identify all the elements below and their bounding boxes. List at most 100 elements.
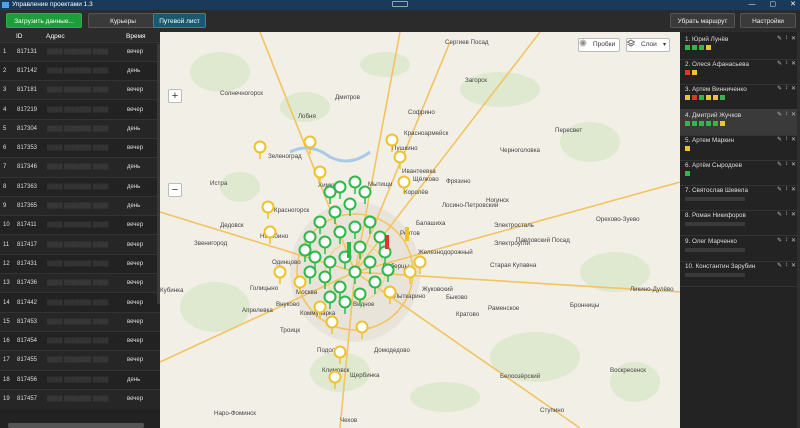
table-row[interactable]: 10 817411 ▒▒▒▒ ▒▒▒▒▒▒▒ ▒▒▒▒ вечер xyxy=(0,215,160,235)
courier-phone xyxy=(685,272,745,277)
edit-icon[interactable]: ✎ xyxy=(777,211,782,218)
map-canvas[interactable]: Сергиев ПосадЗеленоградПушкиноЩёлковоХим… xyxy=(160,32,680,428)
delete-icon[interactable]: ✕ xyxy=(791,136,796,143)
order-id: 817417 xyxy=(14,234,44,255)
table-row[interactable]: 17 817455 ▒▒▒▒ ▒▒▒▒▒▒▒ ▒▒▒▒ вечер xyxy=(0,350,160,371)
courier-item[interactable]: 10. Константин Зарубин ✎ ↕ ✕ xyxy=(680,260,798,287)
table-row[interactable]: 11 817417 ▒▒▒▒ ▒▒▒▒▒▒▒ ▒▒▒▒ вечер xyxy=(0,234,160,255)
orders-horizontal-scrollbar[interactable] xyxy=(8,423,144,428)
status-dot xyxy=(685,120,690,126)
map-place-label: Дедовск xyxy=(220,222,244,229)
edit-icon[interactable]: ✎ xyxy=(777,85,782,92)
layers-dropdown[interactable]: Слои ▾ xyxy=(626,38,670,52)
edit-icon[interactable]: ✎ xyxy=(777,111,782,118)
edit-icon[interactable]: ✎ xyxy=(777,237,782,244)
edit-icon[interactable]: ✎ xyxy=(777,161,782,168)
map-place-label: Жуковский xyxy=(422,286,453,293)
reorder-icon[interactable]: ↕ xyxy=(785,35,788,42)
table-row[interactable]: 14 817442 ▒▒▒▒ ▒▒▒▒▒▒▒ ▒▒▒▒ вечер xyxy=(0,292,160,313)
row-number: 17 xyxy=(0,350,14,371)
reorder-icon[interactable]: ↕ xyxy=(785,237,788,244)
zoom-in-button[interactable]: + xyxy=(168,89,182,103)
couriers-button[interactable]: Курьеры xyxy=(88,13,158,28)
reorder-icon[interactable]: ↕ xyxy=(785,60,788,67)
order-address: ▒▒▒▒ ▒▒▒▒▒▒▒ ▒▒▒▒ xyxy=(44,350,124,371)
map-view[interactable]: Сергиев Посад Зеленоград Пушкино Щёлково Хим… xyxy=(160,32,680,428)
waybill-button[interactable]: Путевой лист xyxy=(153,13,206,28)
courier-item[interactable]: 5. Артем Маркин ✎ ↕ ✕ xyxy=(680,134,798,161)
table-row[interactable]: 16 817454 ▒▒▒▒ ▒▒▒▒▒▒▒ ▒▒▒▒ вечер xyxy=(0,330,160,351)
reorder-icon[interactable]: ↕ xyxy=(785,161,788,168)
courier-item[interactable]: 2. Олеся Афанасьева ✎ ↕ ✕ xyxy=(680,58,798,86)
edit-icon[interactable]: ✎ xyxy=(777,262,782,269)
edit-icon[interactable]: ✎ xyxy=(777,136,782,143)
delete-icon[interactable]: ✕ xyxy=(791,186,796,193)
delete-icon[interactable]: ✕ xyxy=(791,262,796,269)
reorder-icon[interactable]: ↕ xyxy=(785,186,788,193)
table-row[interactable]: 12 817431 ▒▒▒▒ ▒▒▒▒▒▒▒ ▒▒▒▒ вечер xyxy=(0,253,160,274)
delete-icon[interactable]: ✕ xyxy=(791,161,796,168)
delivery-marker-icon xyxy=(358,185,372,199)
maximize-button[interactable]: ▢ xyxy=(770,0,777,10)
traffic-toggle[interactable]: Пробки xyxy=(578,38,620,52)
load-data-button[interactable]: Загрузить данные... xyxy=(6,13,82,28)
table-row[interactable]: 9 817365 ▒▒▒▒ ▒▒▒▒▒▒▒ ▒▒▒▒ день xyxy=(0,195,160,216)
reorder-icon[interactable]: ↕ xyxy=(785,211,788,218)
map-place-label: Кратово xyxy=(456,311,480,318)
reorder-icon[interactable]: ↕ xyxy=(785,136,788,143)
table-row[interactable]: 18 817456 ▒▒▒▒ ▒▒▒▒▒▒▒ ▒▒▒▒ день xyxy=(0,369,160,390)
table-row[interactable]: 6 817353 ▒▒▒▒ ▒▒▒▒▒▒▒ ▒▒▒▒ вечер xyxy=(0,137,160,158)
map-place-label: Одинцово xyxy=(272,259,301,266)
orders-panel: ID Адрес Время 1 817131 ▒▒▒▒ ▒▒▒▒▒▒▒ ▒▒▒▒ в… xyxy=(0,32,160,428)
delete-icon[interactable]: ✕ xyxy=(791,237,796,244)
map-place-label: Старая Купавна xyxy=(490,262,537,269)
map-place-label: Электросталь xyxy=(494,222,534,229)
time-column-header[interactable]: Время xyxy=(124,32,160,42)
delete-icon[interactable]: ✕ xyxy=(791,111,796,118)
map-place-label: Железнодорожный xyxy=(418,249,473,256)
order-id: 817457 xyxy=(14,388,44,409)
courier-name: 6. Артём Сыродоев xyxy=(685,162,742,169)
table-row[interactable]: 2 817142 ▒▒▒▒ ▒▒▒▒▒▒▒ ▒▒▒▒ день xyxy=(0,60,160,81)
courier-item[interactable]: 7. Святослав Шевела ✎ ↕ ✕ xyxy=(680,184,798,212)
delivery-marker-icon xyxy=(313,300,327,314)
id-column-header[interactable]: ID xyxy=(14,32,44,42)
table-row[interactable]: 19 817457 ▒▒▒▒ ▒▒▒▒▒▒▒ ▒▒▒▒ вечер xyxy=(0,388,160,409)
row-number-header xyxy=(0,32,14,42)
table-row[interactable]: 8 817363 ▒▒▒▒ ▒▒▒▒▒▒▒ ▒▒▒▒ день xyxy=(0,176,160,197)
edit-icon[interactable]: ✎ xyxy=(777,35,782,42)
delete-icon[interactable]: ✕ xyxy=(791,35,796,42)
table-row[interactable]: 1 817131 ▒▒▒▒ ▒▒▒▒▒▒▒ ▒▒▒▒ вечер xyxy=(0,41,160,62)
reorder-icon[interactable]: ↕ xyxy=(785,85,788,92)
table-row[interactable]: 13 817436 ▒▒▒▒ ▒▒▒▒▒▒▒ ▒▒▒▒ вечер xyxy=(0,273,160,293)
table-row[interactable]: 4 817219 ▒▒▒▒ ▒▒▒▒▒▒▒ ▒▒▒▒ вечер xyxy=(0,99,160,120)
courier-item[interactable]: 4. Дмитрий Жучков ✎ ↕ ✕ xyxy=(680,108,798,136)
order-address: ▒▒▒▒ ▒▒▒▒▒▒▒ ▒▒▒▒ xyxy=(44,137,124,158)
table-row[interactable]: 7 817346 ▒▒▒▒ ▒▒▒▒▒▒▒ ▒▒▒▒ день xyxy=(0,157,160,178)
delete-icon[interactable]: ✕ xyxy=(791,211,796,218)
courier-item[interactable]: 1. Юрий Лунёв ✎ ↕ ✕ xyxy=(680,33,798,60)
row-number: 15 xyxy=(0,311,14,332)
minimize-button[interactable]: — xyxy=(749,0,756,10)
reorder-icon[interactable]: ↕ xyxy=(785,262,788,269)
address-column-header[interactable]: Адрес xyxy=(44,32,124,42)
drag-handle[interactable] xyxy=(392,1,408,7)
courier-item[interactable]: 9. Олег Марченко ✎ ↕ ✕ xyxy=(680,235,798,262)
edit-icon[interactable]: ✎ xyxy=(777,186,782,193)
courier-item[interactable]: 6. Артём Сыродоев ✎ ↕ ✕ xyxy=(680,159,798,186)
edit-icon[interactable]: ✎ xyxy=(777,60,782,67)
delivery-marker-icon xyxy=(363,215,377,229)
delete-icon[interactable]: ✕ xyxy=(791,60,796,67)
zoom-out-button[interactable]: − xyxy=(168,183,182,197)
table-row[interactable]: 3 817181 ▒▒▒▒ ▒▒▒▒▒▒▒ ▒▒▒▒ вечер xyxy=(0,80,160,100)
courier-item[interactable]: 3. Артем Винниченко ✎ ↕ ✕ xyxy=(680,83,798,111)
courier-item[interactable]: 8. Роман Никифоров ✎ ↕ ✕ xyxy=(680,209,798,237)
reorder-icon[interactable]: ↕ xyxy=(785,111,788,118)
close-button[interactable]: ✕ xyxy=(790,0,796,10)
table-row[interactable]: 5 817304 ▒▒▒▒ ▒▒▒▒▒▒▒ ▒▒▒▒ день xyxy=(0,118,160,139)
delete-icon[interactable]: ✕ xyxy=(791,85,796,92)
settings-button[interactable]: Настройки xyxy=(740,13,796,28)
delivery-marker-icon xyxy=(348,265,362,279)
table-row[interactable]: 15 817453 ▒▒▒▒ ▒▒▒▒▒▒▒ ▒▒▒▒ вечер xyxy=(0,311,160,332)
remove-route-button[interactable]: Убрать маршрут xyxy=(670,13,735,28)
